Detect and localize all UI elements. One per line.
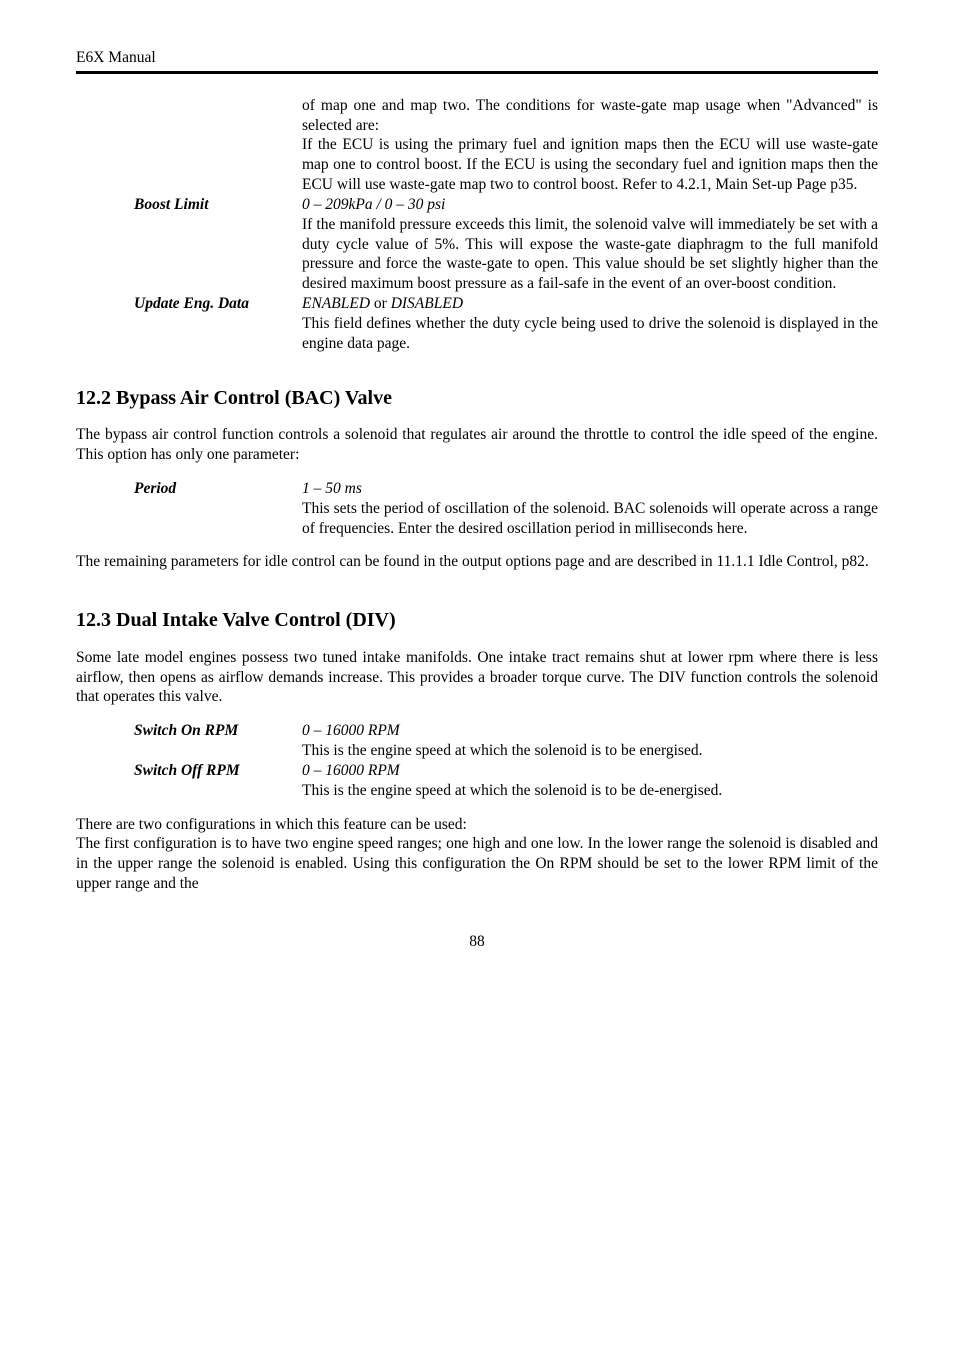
period-range: 1 – 50 ms xyxy=(302,479,878,499)
update-eng-data-label: Update Eng. Data xyxy=(134,294,302,314)
switch-block: Switch On RPM 0 – 16000 RPM This is the … xyxy=(134,721,878,800)
switch-on-rpm-desc: This is the engine speed at which the so… xyxy=(302,741,878,761)
boost-limit-label: Boost Limit xyxy=(134,195,302,215)
section-12-3-intro: Some late model engines possess two tune… xyxy=(76,648,878,707)
page-number: 88 xyxy=(76,932,878,952)
config-line-b: The first configuration is to have two e… xyxy=(76,834,878,893)
config-line-a: There are two configurations in which th… xyxy=(76,815,878,835)
period-label: Period xyxy=(134,479,302,499)
period-desc: This sets the period of oscillation of t… xyxy=(302,499,878,539)
switch-off-rpm-range: 0 – 16000 RPM xyxy=(302,761,878,781)
update-eng-data-range: ENABLED or DISABLED xyxy=(302,294,878,314)
switch-off-rpm-desc: This is the engine speed at which the so… xyxy=(302,781,878,801)
page-header: E6X Manual xyxy=(76,48,878,74)
switch-on-rpm-label: Switch On RPM xyxy=(134,721,302,741)
switch-off-rpm-label: Switch Off RPM xyxy=(134,761,302,781)
top-param-block: of map one and map two. The conditions f… xyxy=(134,96,878,354)
boost-limit-desc: If the manifold pressure exceeds this li… xyxy=(302,215,878,294)
period-block: Period 1 – 50 ms This sets the period of… xyxy=(134,479,878,538)
wastegate-desc-2: If the ECU is using the primary fuel and… xyxy=(302,135,878,194)
section-12-2-title: 12.2 Bypass Air Control (BAC) Valve xyxy=(76,386,878,412)
boost-limit-range: 0 – 209kPa / 0 – 30 psi xyxy=(302,195,878,215)
header-title: E6X Manual xyxy=(76,48,156,68)
section-12-3-title: 12.3 Dual Intake Valve Control (DIV) xyxy=(76,608,878,634)
update-eng-data-desc: This field defines whether the duty cycl… xyxy=(302,314,878,354)
wastegate-desc-1: of map one and map two. The conditions f… xyxy=(302,96,878,136)
section-12-2-intro: The bypass air control function controls… xyxy=(76,425,878,465)
section-12-2-outro: The remaining parameters for idle contro… xyxy=(76,552,878,572)
switch-on-rpm-range: 0 – 16000 RPM xyxy=(302,721,878,741)
